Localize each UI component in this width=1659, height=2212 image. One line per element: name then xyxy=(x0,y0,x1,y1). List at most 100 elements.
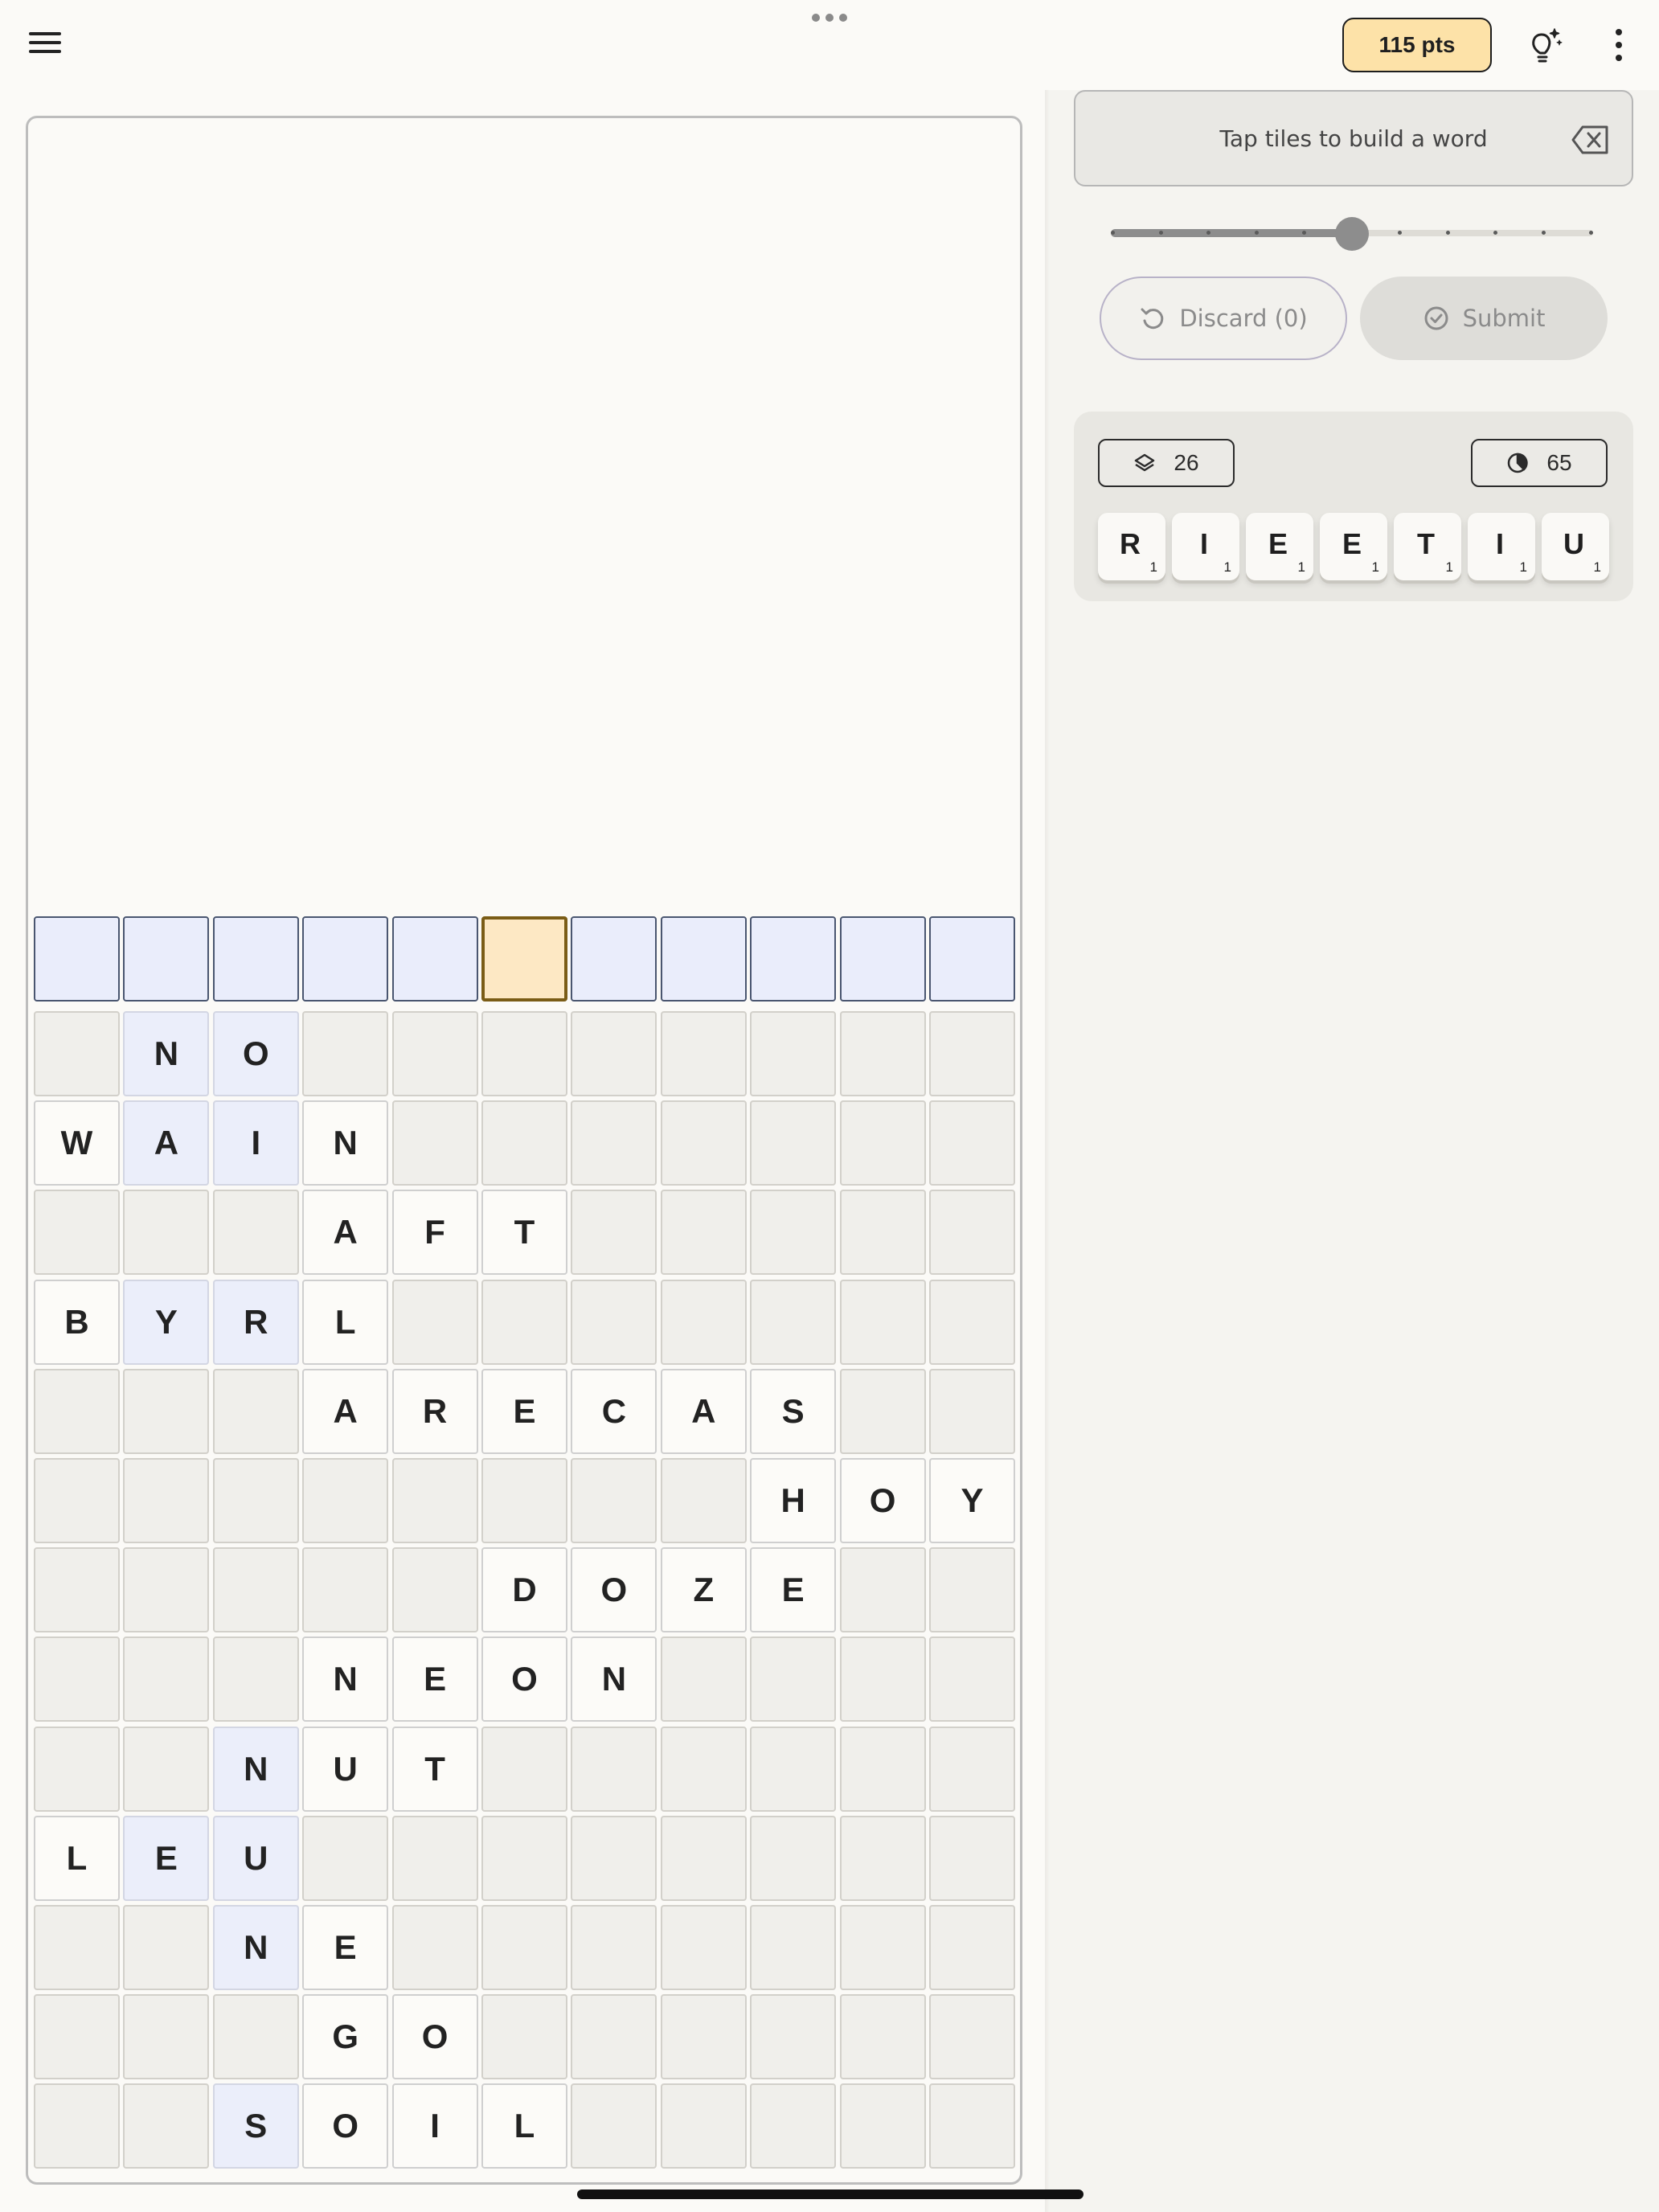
drop-slot[interactable] xyxy=(839,916,926,1002)
board-cell[interactable] xyxy=(34,1994,120,2080)
board-tile[interactable]: N xyxy=(212,1726,299,1812)
board-tile[interactable]: A xyxy=(302,1368,389,1454)
board-tile[interactable]: O xyxy=(212,1011,299,1096)
drop-slot[interactable] xyxy=(750,916,837,1002)
board-tile[interactable]: A xyxy=(302,1190,389,1276)
lightbulb-sparkle-icon[interactable] xyxy=(1522,24,1564,66)
board-cell[interactable] xyxy=(123,2083,210,2169)
board-cell[interactable] xyxy=(123,1636,210,1722)
board-tile[interactable]: A xyxy=(660,1368,747,1454)
board-cell[interactable] xyxy=(34,1547,120,1633)
board-cell[interactable] xyxy=(839,1011,926,1096)
board-cell[interactable] xyxy=(481,1905,567,1990)
board-tile[interactable]: E xyxy=(481,1368,567,1454)
discard-button[interactable]: Discard (0) xyxy=(1100,276,1347,360)
board-cell[interactable] xyxy=(839,1815,926,1901)
board-cell[interactable] xyxy=(571,1905,657,1990)
board-cell[interactable] xyxy=(34,1368,120,1454)
drop-slot[interactable] xyxy=(302,916,389,1002)
board-tile[interactable]: U xyxy=(212,1815,299,1901)
board-cell[interactable] xyxy=(660,1011,747,1096)
board-cell[interactable] xyxy=(123,1726,210,1812)
board-cell[interactable] xyxy=(839,1905,926,1990)
more-vertical-icon[interactable] xyxy=(1611,29,1627,61)
board-cell[interactable] xyxy=(212,1458,299,1543)
board-cell[interactable] xyxy=(481,1011,567,1096)
hamburger-menu-icon[interactable] xyxy=(29,31,61,55)
board-tile[interactable]: Y xyxy=(929,1458,1015,1543)
board-cell[interactable] xyxy=(34,1458,120,1543)
rack-tile[interactable]: I1 xyxy=(1172,513,1239,580)
board-cell[interactable] xyxy=(391,1011,478,1096)
drop-slot[interactable] xyxy=(34,916,120,1002)
board-cell[interactable] xyxy=(123,1190,210,1276)
board-tile[interactable]: Y xyxy=(123,1279,210,1365)
board-tile[interactable]: N xyxy=(302,1636,389,1722)
drop-slot[interactable] xyxy=(660,916,747,1002)
board-cell[interactable] xyxy=(839,1190,926,1276)
board-cell[interactable] xyxy=(123,1458,210,1543)
board-tile[interactable]: E xyxy=(302,1905,389,1990)
submit-button[interactable]: Submit xyxy=(1360,276,1608,360)
board-tile[interactable]: O xyxy=(391,1994,478,2080)
board-cell[interactable] xyxy=(123,1368,210,1454)
word-builder-field[interactable]: Tap tiles to build a word xyxy=(1074,90,1633,186)
board-cell[interactable] xyxy=(212,1368,299,1454)
board-cell[interactable] xyxy=(481,1100,567,1186)
board-cell[interactable] xyxy=(660,1636,747,1722)
board-tile[interactable]: N xyxy=(302,1100,389,1186)
board-cell[interactable] xyxy=(929,1547,1015,1633)
board-cell[interactable] xyxy=(481,1815,567,1901)
board-cell[interactable] xyxy=(34,1190,120,1276)
board-cell[interactable] xyxy=(750,1636,837,1722)
board-cell[interactable] xyxy=(571,1458,657,1543)
board-tile[interactable]: L xyxy=(481,2083,567,2169)
board-cell[interactable] xyxy=(660,2083,747,2169)
board-tile[interactable]: U xyxy=(302,1726,389,1812)
board-cell[interactable] xyxy=(481,1279,567,1365)
board-cell[interactable] xyxy=(123,1905,210,1990)
board-cell[interactable] xyxy=(391,1547,478,1633)
board-cell[interactable] xyxy=(571,1726,657,1812)
board-tile[interactable]: B xyxy=(34,1279,120,1365)
board-tile[interactable]: D xyxy=(481,1547,567,1633)
board-cell[interactable] xyxy=(750,1726,837,1812)
board-tile[interactable]: H xyxy=(750,1458,837,1543)
board-cell[interactable] xyxy=(929,1368,1015,1454)
board-cell[interactable] xyxy=(212,1636,299,1722)
board-tile[interactable]: A xyxy=(123,1100,210,1186)
board-cell[interactable] xyxy=(571,1279,657,1365)
board-cell[interactable] xyxy=(929,1636,1015,1722)
board-cell[interactable] xyxy=(212,1994,299,2080)
board-cell[interactable] xyxy=(839,1726,926,1812)
board-cell[interactable] xyxy=(481,1994,567,2080)
board-cell[interactable] xyxy=(839,1636,926,1722)
rack-tile[interactable]: T1 xyxy=(1394,513,1461,580)
board-cell[interactable] xyxy=(929,1100,1015,1186)
board-cell[interactable] xyxy=(391,1815,478,1901)
board-tile[interactable]: W xyxy=(34,1100,120,1186)
board-tile[interactable]: L xyxy=(302,1279,389,1365)
board-tile[interactable]: N xyxy=(571,1636,657,1722)
board-cell[interactable] xyxy=(750,1190,837,1276)
slider-thumb[interactable] xyxy=(1335,217,1369,251)
board-tile[interactable]: C xyxy=(571,1368,657,1454)
board-cell[interactable] xyxy=(750,2083,837,2169)
board-tile[interactable]: S xyxy=(212,2083,299,2169)
drop-slot[interactable] xyxy=(391,916,478,1002)
board-cell[interactable] xyxy=(571,1190,657,1276)
board-cell[interactable] xyxy=(34,1636,120,1722)
board-cell[interactable] xyxy=(660,1905,747,1990)
board-cell[interactable] xyxy=(660,1994,747,2080)
drop-slot[interactable] xyxy=(123,916,210,1002)
board-cell[interactable] xyxy=(839,1547,926,1633)
board-cell[interactable] xyxy=(750,1905,837,1990)
board-cell[interactable] xyxy=(391,1279,478,1365)
rack-tile[interactable]: U1 xyxy=(1542,513,1609,580)
board-cell[interactable] xyxy=(929,2083,1015,2169)
board-cell[interactable] xyxy=(571,1994,657,2080)
board-tile[interactable]: N xyxy=(212,1905,299,1990)
board-cell[interactable] xyxy=(571,1815,657,1901)
board-cell[interactable] xyxy=(929,1994,1015,2080)
board-tile[interactable]: O xyxy=(839,1458,926,1543)
